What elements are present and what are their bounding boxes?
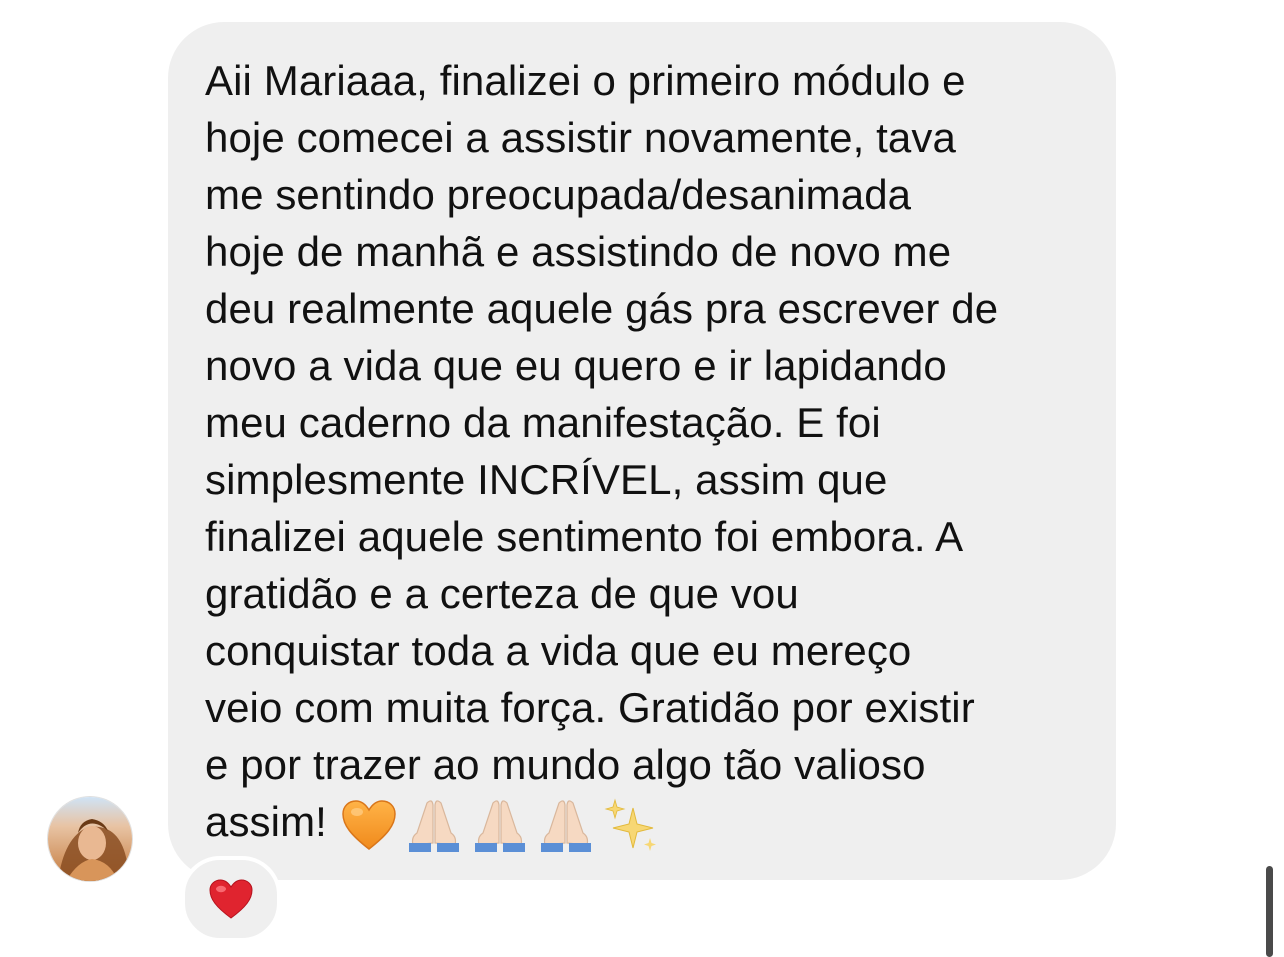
message-bubble[interactable]: Aii Mariaaa, finalizei o primeiro módulo… [168,22,1116,880]
scrollbar[interactable] [1266,866,1273,957]
sparkles-icon [604,798,656,851]
message-line: finalizei aquele sentimento foi embora. … [205,513,964,560]
orange-heart-icon [342,800,396,850]
message-line: deu realmente aquele gás pra escrever de [205,285,999,332]
message-line: hoje comecei a assistir novamente, tava [205,114,956,161]
user-avatar[interactable] [48,797,132,881]
message-line: veio com muita força. Gratidão por exist… [205,684,975,731]
message-line: e por trazer ao mundo algo tão valioso [205,741,926,788]
red-heart-icon [209,879,253,919]
message-line: conquistar toda a vida que eu mereço [205,627,912,674]
message-line-text: assim! [205,798,327,845]
folded-hands-icon [408,800,459,852]
folded-hands-icon [540,800,591,852]
message-line: simplesmente INCRÍVEL, assim que [205,456,888,503]
message-line: meu caderno da manifestação. E foi [205,399,881,446]
message-line-last: assim! [205,793,1086,853]
message-line: hoje de manhã e assistindo de novo me [205,228,952,275]
emoji-row [341,797,659,853]
message-line: novo a vida que eu quero e ir lapidando [205,342,947,389]
avatar-photo-icon [48,797,132,881]
message-line: me sentindo preocupada/desanimada [205,171,912,218]
message-line: Aii Mariaaa, finalizei o primeiro módulo… [205,57,966,104]
reaction-badge[interactable] [181,856,281,942]
folded-hands-icon [474,800,525,852]
message-line: gratidão e a certeza de que vou [205,570,799,617]
